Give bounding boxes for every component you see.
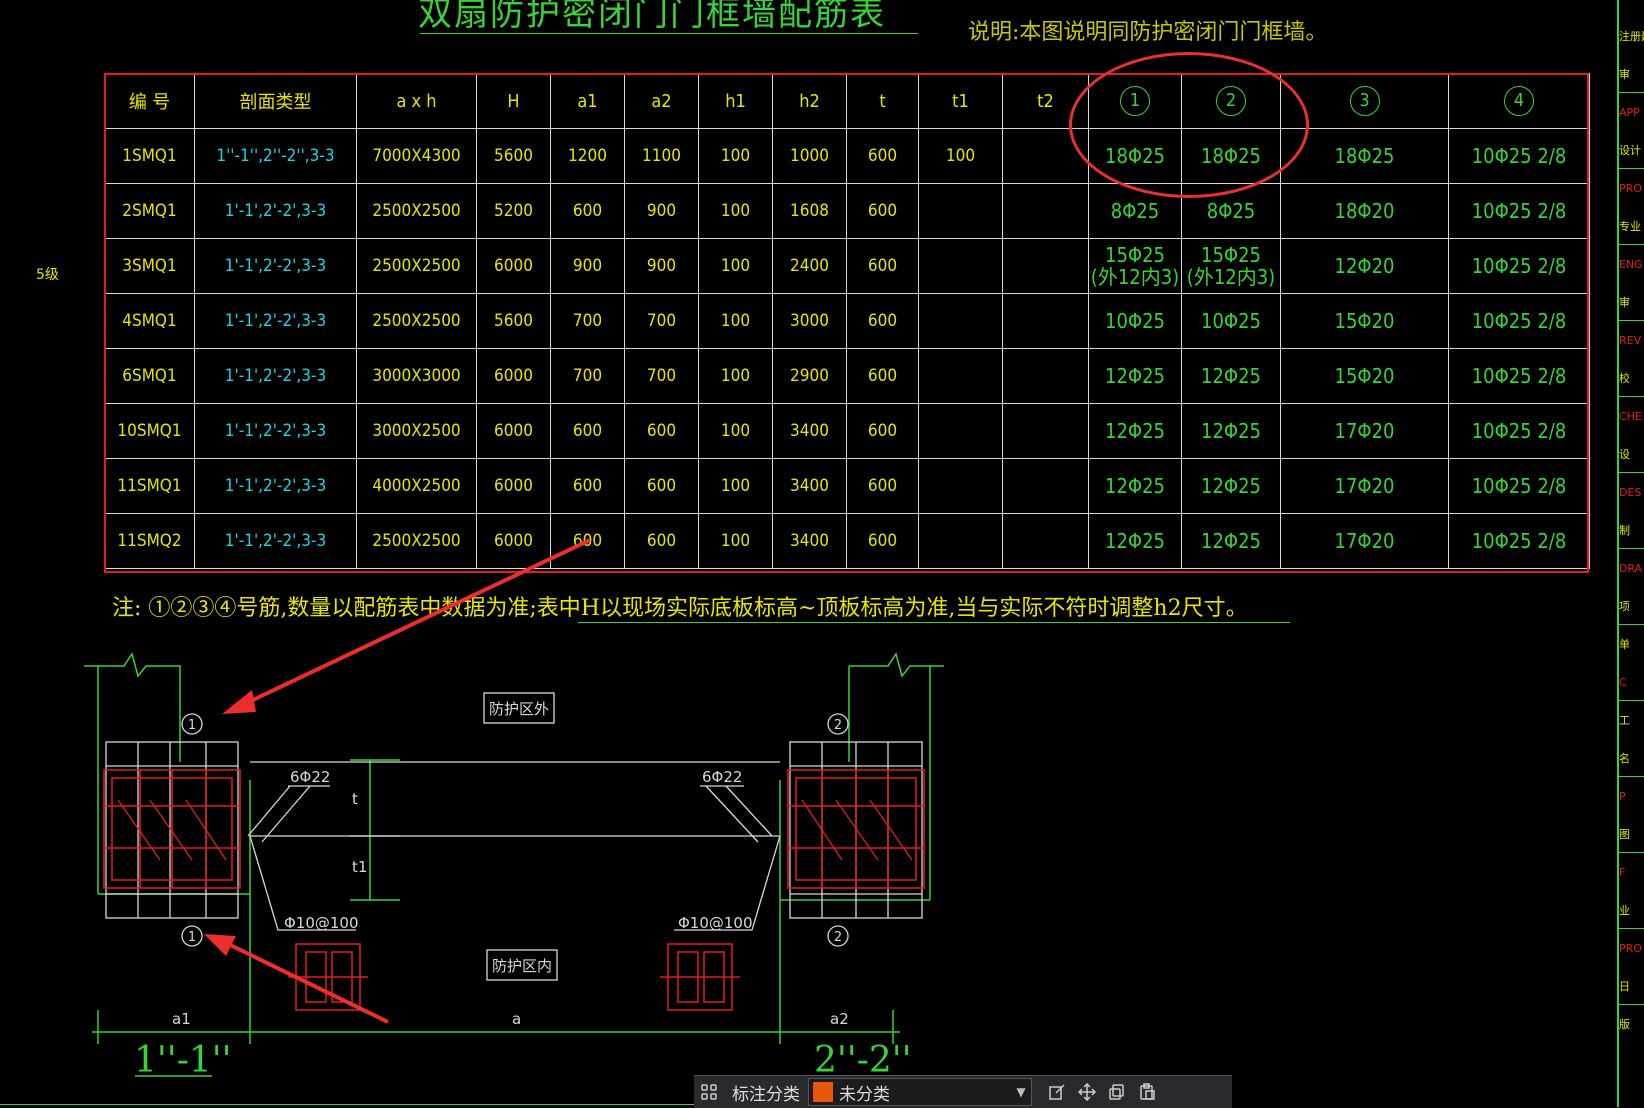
marker-2-top: 2 [834, 718, 842, 733]
title-block-divider [1619, 1004, 1644, 1005]
marker-1-top: 1 [188, 718, 196, 733]
title-block-cell: 日 [1619, 980, 1630, 993]
section-label-left: 1''-1'' [134, 1040, 232, 1081]
stirrup-label-left: Φ10@100 [284, 914, 359, 932]
stirrup-label-right: Φ10@100 [678, 914, 753, 932]
marker-1-bottom: 1 [188, 930, 196, 945]
title-block-divider [1619, 396, 1644, 397]
title-block-cell: DRA [1619, 562, 1643, 575]
edit-icon[interactable] [1042, 1077, 1072, 1107]
marker-2-bottom: 2 [834, 930, 842, 945]
dim-t1: t1 [352, 858, 367, 876]
title-block-cell: DES [1619, 486, 1642, 499]
title-block-divider [1619, 624, 1644, 625]
title-block-divider [1619, 472, 1644, 473]
dim-a2: a2 [830, 1010, 849, 1028]
title-block-cell: 审 [1619, 296, 1630, 309]
title-block-cell: 单 [1619, 638, 1630, 651]
bar-label-left: 6Φ22 [290, 768, 330, 786]
title-block-divider [1619, 92, 1644, 93]
title-block-cell: REV [1619, 334, 1642, 347]
title-block-divider [1619, 320, 1644, 321]
title-block-cell: 制 [1619, 524, 1630, 537]
title-block-cell: 工 [1619, 714, 1630, 727]
title-block-cell: F [1619, 866, 1626, 879]
title-block-cell: 校 [1619, 372, 1630, 385]
title-block-cell: PRO [1619, 942, 1642, 955]
move-icon[interactable] [1072, 1077, 1102, 1107]
title-block-cell: 项 [1619, 600, 1630, 613]
section-drawing: 1 1 2 2 防护区外 防护区内 6Φ22 6Φ22 Φ10@100 Φ10@… [84, 538, 944, 1077]
title-block-cell: 业 [1619, 904, 1630, 917]
annotation-category-toolbar: 标注分类 未分类 ▼ [694, 1075, 1232, 1108]
title-block-cell: C [1619, 676, 1627, 689]
title-block: 注册建审 APP 设计 PRO 专业 ENG 审 REV 校 CHE 设 DES 制 DRA 项单 C 工名 P 图… [1617, 0, 1644, 1107]
title-block-cell: 图 [1619, 828, 1630, 841]
sheet-border-bottom [0, 1104, 694, 1105]
cad-canvas[interactable]: 双扇防护密闭门门框墙配筋表 说明:本图说明同防护密闭门门框墙。 5级 编 号剖面… [0, 0, 1644, 1108]
title-block-cell: ENG [1619, 258, 1643, 271]
bar-label-right: 6Φ22 [702, 768, 742, 786]
dim-a: a [512, 1010, 521, 1028]
title-block-divider [1619, 244, 1644, 245]
dim-a1: a1 [172, 1010, 191, 1028]
title-block-divider [1619, 700, 1644, 701]
outer-zone-label: 防护区外 [489, 700, 549, 718]
column-hatch [117, 799, 913, 861]
title-block-cell: 注册建 [1619, 30, 1644, 43]
title-block-cell: CHE [1619, 410, 1642, 423]
title-block-cell: PRO [1619, 182, 1642, 195]
title-block-cell: 设计 [1619, 144, 1641, 157]
category-select[interactable]: 未分类 ▼ [808, 1078, 1032, 1106]
title-block-cell: 设 [1619, 448, 1630, 461]
title-block-cell: 专业 [1619, 220, 1641, 233]
title-block-cell: 审 [1619, 68, 1630, 81]
title-block-cell: 版 [1619, 1018, 1630, 1031]
dim-t: t [352, 790, 358, 808]
title-block-cell: APP [1619, 106, 1640, 119]
grid-icon[interactable] [694, 1077, 724, 1107]
copy-icon[interactable] [1102, 1077, 1132, 1107]
category-label: 标注分类 [732, 1084, 800, 1105]
title-block-divider [1619, 776, 1644, 777]
title-block-cell: P [1619, 790, 1626, 803]
title-block-divider [1619, 852, 1644, 853]
title-block-divider [1619, 928, 1644, 929]
paste-icon[interactable] [1132, 1077, 1162, 1107]
title-block-divider [1619, 168, 1644, 169]
category-color-swatch [813, 1082, 833, 1102]
title-block-cell: 名 [1619, 752, 1630, 765]
chevron-down-icon: ▼ [1016, 1085, 1026, 1099]
category-selected-value: 未分类 [839, 1084, 890, 1105]
title-block-divider [1619, 548, 1644, 549]
inner-zone-label: 防护区内 [492, 957, 552, 975]
